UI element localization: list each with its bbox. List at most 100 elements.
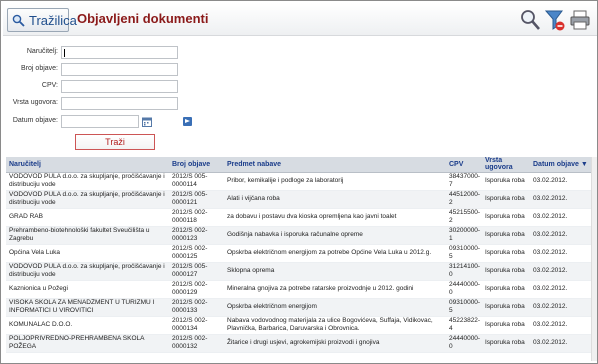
- cell-predmet-nabave: Žitarice i drugi usjevi, agrokemijski pr…: [224, 334, 446, 353]
- field-row-broj-objave: Broj objave:: [1, 63, 58, 79]
- search-tab[interactable]: Tražilica: [7, 8, 77, 32]
- cell-predmet-nabave: Opskrba električnom energijom za potrebe…: [224, 244, 446, 263]
- cell-broj-objave: 2012/S 002-0000133: [169, 298, 224, 317]
- cell-narucitelj: Kaznionica u Požegi: [6, 280, 169, 299]
- cell-narucitelj: VODOVOD PULA d.o.o. za skupljanje, proči…: [6, 262, 169, 281]
- cell-broj-objave: 2012/S 005-0000127: [169, 262, 224, 281]
- cpv-input[interactable]: [61, 80, 178, 93]
- cell-cpv: 09310000-5: [446, 298, 482, 317]
- cell-vrsta-ugovora: Isporuka roba: [482, 208, 530, 227]
- cell-vrsta-ugovora: Isporuka roba: [482, 226, 530, 245]
- text-cursor: [64, 49, 65, 57]
- field-row-datum-objave: Datum objave:: [1, 115, 58, 131]
- results-table: Naručitelj Broj objave Predmet nabave CP…: [6, 157, 591, 353]
- cell-datum-objave: 03.02.2012.: [530, 172, 591, 191]
- vrsta-ugovora-label: Vrsta ugovora:: [12, 99, 58, 106]
- cell-narucitelj: VODOVOD PULA d.o.o. za skupljanje, proči…: [6, 190, 169, 209]
- vrsta-ugovora-input[interactable]: [61, 97, 178, 110]
- datum-objave-label: Datum objave:: [12, 117, 58, 124]
- cell-cpv: 24440000-0: [446, 334, 482, 353]
- table-row[interactable]: VISOKA ŠKOLA ZA MENADŽMENT U TURIZMU I I…: [6, 298, 591, 317]
- cell-vrsta-ugovora: Isporuka roba: [482, 190, 530, 209]
- column-header-cpv[interactable]: CPV: [446, 157, 482, 173]
- search-submit-button[interactable]: Traži: [75, 134, 155, 150]
- cell-broj-objave: 2012/S 002-0000134: [169, 316, 224, 335]
- header-bar: Tražilica Objavljeni dokumenti: [3, 3, 597, 36]
- cell-cpv: 38437000-7: [446, 172, 482, 191]
- table-row[interactable]: Kaznionica u Požegi 2012/S 002-0000129 M…: [6, 280, 591, 299]
- app-window: Tražilica Objavljeni dokumenti Naručitel…: [0, 0, 598, 364]
- cpv-label: CPV:: [41, 82, 58, 89]
- calendar-icon[interactable]: [142, 117, 152, 127]
- cell-narucitelj: VISOKA ŠKOLA ZA MENADŽMENT U TURIZMU I I…: [6, 298, 169, 317]
- filter-clear-icon: [544, 10, 565, 31]
- column-header-predmet-nabave[interactable]: Predmet nabave: [224, 157, 446, 173]
- cell-predmet-nabave: Nabava vodovodnog materijala za ulice Bo…: [224, 316, 446, 335]
- magnifier-icon: [521, 10, 540, 30]
- cell-predmet-nabave: Mineralna gnojiva za potrebe ratarske pr…: [224, 280, 446, 299]
- cell-broj-objave: 2012/S 005-0000121: [169, 190, 224, 209]
- broj-objave-label: Broj objave:: [21, 65, 58, 72]
- cell-datum-objave: 03.02.2012.: [530, 226, 591, 245]
- results-table-container: Naručitelj Broj objave Predmet nabave CP…: [6, 157, 591, 361]
- cell-narucitelj: Općina Vela Luka: [6, 244, 169, 263]
- cell-narucitelj: VODOVOD PULA d.o.o. za skupljanje, proči…: [6, 172, 169, 191]
- cell-cpv: 30200000-1: [446, 226, 482, 245]
- clear-filter-button[interactable]: [544, 8, 566, 32]
- cell-predmet-nabave: Opskrba električnom energijom: [224, 298, 446, 317]
- cell-predmet-nabave: Pribor, kemikalije i podloge za laborato…: [224, 172, 446, 191]
- print-button[interactable]: [569, 8, 591, 32]
- column-header-narucitelj[interactable]: Naručitelj: [6, 157, 169, 173]
- broj-objave-input[interactable]: [61, 63, 178, 76]
- cell-broj-objave: 2012/S 005-0000114: [169, 172, 224, 191]
- cell-predmet-nabave: Alati i vijčana roba: [224, 190, 446, 209]
- print-icon: [570, 10, 590, 30]
- cell-broj-objave: 2012/S 002-0000123: [169, 226, 224, 245]
- cell-narucitelj: POLJOPRIVREDNO-PREHRAMBENA ŠKOLA POŽEGA: [6, 334, 169, 353]
- table-row[interactable]: Prehrambeno-biotehnološki fakultet Sveuč…: [6, 226, 591, 245]
- cell-narucitelj: Prehrambeno-biotehnološki fakultet Sveuč…: [6, 226, 169, 245]
- table-row[interactable]: VODOVOD PULA d.o.o. za skupljanje, proči…: [6, 172, 591, 191]
- table-row[interactable]: KOMUNALAC D.O.O. 2012/S 002-0000134 Naba…: [6, 316, 591, 335]
- cell-broj-objave: 2012/S 002-0000125: [169, 244, 224, 263]
- cell-datum-objave: 03.02.2012.: [530, 190, 591, 209]
- search-button[interactable]: [519, 8, 541, 32]
- table-row[interactable]: VODOVOD PULA d.o.o. za skupljanje, proči…: [6, 262, 591, 281]
- field-row-cpv: CPV:: [1, 80, 58, 96]
- cell-narucitelj: KOMUNALAC D.O.O.: [6, 316, 169, 335]
- page-title: Objavljeni dokumenti: [77, 11, 209, 26]
- table-row[interactable]: GRAD RAB 2012/S 002-0000118 za dobavu i …: [6, 208, 591, 227]
- cell-cpv: 31214100-0: [446, 262, 482, 281]
- column-header-broj-objave[interactable]: Broj objave: [169, 157, 224, 173]
- column-header-vrsta-ugovora[interactable]: Vrsta ugovora: [482, 157, 530, 173]
- arrow-right-icon[interactable]: [183, 117, 192, 126]
- cell-predmet-nabave: Godišnja nabavka i isporuka računalne op…: [224, 226, 446, 245]
- cell-vrsta-ugovora: Isporuka roba: [482, 262, 530, 281]
- table-row[interactable]: Općina Vela Luka 2012/S 002-0000125 Opsk…: [6, 244, 591, 263]
- table-header-row: Naručitelj Broj objave Predmet nabave CP…: [6, 157, 591, 173]
- cell-vrsta-ugovora: Isporuka roba: [482, 280, 530, 299]
- cell-datum-objave: 03.02.2012.: [530, 334, 591, 353]
- field-row-narucitelj: Naručitelj:: [1, 46, 58, 62]
- narucitelj-input[interactable]: [61, 46, 178, 59]
- cell-cpv: 45223822-4: [446, 316, 482, 335]
- cell-cpv: 09310000-5: [446, 244, 482, 263]
- column-header-datum-objave[interactable]: Datum objave ▼: [530, 157, 591, 173]
- cell-vrsta-ugovora: Isporuka roba: [482, 172, 530, 191]
- table-row[interactable]: VODOVOD PULA d.o.o. za skupljanje, proči…: [6, 190, 591, 209]
- datum-objave-input[interactable]: [61, 115, 139, 128]
- cell-predmet-nabave: Sklopna oprema: [224, 262, 446, 281]
- cell-broj-objave: 2012/S 002-0000132: [169, 334, 224, 353]
- cell-cpv: 24440000-0: [446, 280, 482, 299]
- field-row-vrsta-ugovora: Vrsta ugovora:: [1, 97, 58, 113]
- cell-datum-objave: 03.02.2012.: [530, 298, 591, 317]
- table-scrollbar[interactable]: [591, 157, 597, 361]
- cell-datum-objave: 03.02.2012.: [530, 208, 591, 227]
- cell-vrsta-ugovora: Isporuka roba: [482, 334, 530, 353]
- search-tab-label: Tražilica: [29, 13, 77, 28]
- table-row[interactable]: POLJOPRIVREDNO-PREHRAMBENA ŠKOLA POŽEGA …: [6, 334, 591, 353]
- cell-cpv: 45215500-2: [446, 208, 482, 227]
- cell-datum-objave: 03.02.2012.: [530, 262, 591, 281]
- narucitelj-label: Naručitelj:: [26, 48, 58, 55]
- magnifier-icon: [12, 14, 25, 27]
